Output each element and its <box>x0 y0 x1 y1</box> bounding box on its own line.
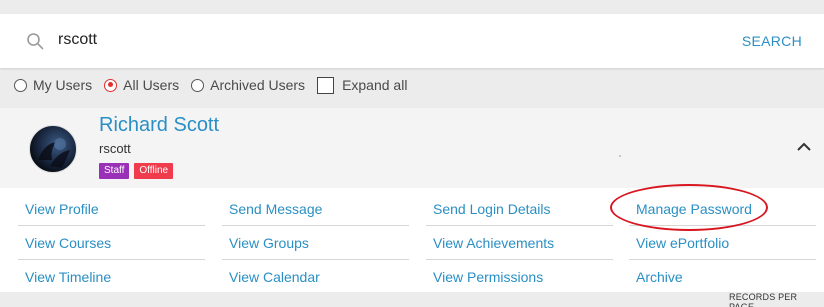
radio-label: All Users <box>123 77 180 93</box>
radio-label: My Users <box>33 77 93 93</box>
search-button[interactable]: SEARCH <box>742 33 802 49</box>
page: rscott SEARCH My Users All Users Archive… <box>0 0 824 307</box>
radio-archived-users[interactable]: Archived Users <box>191 77 305 93</box>
user-actions: View Profile Send Message Send Login Det… <box>0 188 824 292</box>
divider <box>426 259 613 260</box>
radio-icon <box>191 78 205 92</box>
avatar <box>29 125 77 173</box>
view-achievements-link[interactable]: View Achievements <box>433 235 554 251</box>
staff-badge: Staff <box>99 163 130 179</box>
send-login-details-link[interactable]: Send Login Details <box>433 201 551 217</box>
user-username: rscott <box>99 141 131 156</box>
radio-icon <box>14 78 27 92</box>
divider <box>18 259 205 260</box>
records-per-page-label: RECORDS PER PAGE <box>729 292 798 307</box>
divider <box>629 259 816 260</box>
offline-badge: Offline <box>134 163 174 179</box>
search-bar: rscott SEARCH <box>0 14 824 68</box>
view-permissions-link[interactable]: View Permissions <box>433 269 543 285</box>
user-name-link[interactable]: Richard Scott <box>99 114 219 137</box>
divider <box>222 225 409 226</box>
view-eportfolio-link[interactable]: View ePortfolio <box>636 235 729 251</box>
divider <box>222 259 409 260</box>
radio-my-users[interactable]: My Users <box>14 77 92 93</box>
user-badges: Staff Offline <box>99 163 174 179</box>
search-icon <box>27 33 44 50</box>
expand-all-checkbox[interactable]: Expand all <box>317 76 408 94</box>
user-card: Richard Scott rscott Staff Offline <box>0 108 824 188</box>
user-filters: My Users All Users Archived Users Expand… <box>14 76 407 94</box>
divider <box>629 225 816 226</box>
radio-selected-icon <box>104 78 118 92</box>
radio-all-users[interactable]: All Users <box>104 77 179 93</box>
view-profile-link[interactable]: View Profile <box>25 201 99 217</box>
view-courses-link[interactable]: View Courses <box>25 235 111 251</box>
view-groups-link[interactable]: View Groups <box>229 235 309 251</box>
checkbox-icon <box>317 76 335 94</box>
archive-link[interactable]: Archive <box>636 269 683 285</box>
manage-password-link[interactable]: Manage Password <box>636 201 752 217</box>
send-message-link[interactable]: Send Message <box>229 201 322 217</box>
chevron-up-icon[interactable] <box>795 138 813 156</box>
search-input[interactable]: rscott <box>58 31 97 49</box>
divider <box>18 225 205 226</box>
divider <box>426 225 613 226</box>
checkbox-label: Expand all <box>342 77 408 93</box>
radio-label: Archived Users <box>210 77 306 93</box>
divider-dot <box>619 155 621 157</box>
view-calendar-link[interactable]: View Calendar <box>229 269 320 285</box>
view-timeline-link[interactable]: View Timeline <box>25 269 111 285</box>
